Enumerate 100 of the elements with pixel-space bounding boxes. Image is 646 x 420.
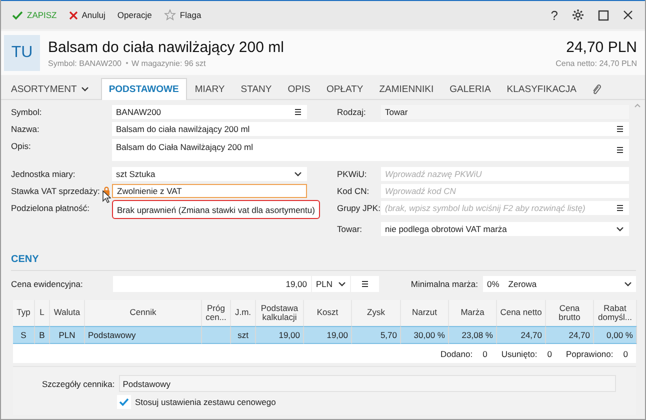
input-field[interactable]: 19,00 xyxy=(113,276,311,292)
table-cell: B xyxy=(35,326,50,344)
table-cell: 24,70 xyxy=(546,326,594,344)
help-button[interactable]: ? xyxy=(550,8,558,22)
table-cell: 23,08 % xyxy=(449,326,497,344)
table-cell: 0,00 % xyxy=(594,326,637,344)
product-title: Balsam do ciała nawilżający 200 ml xyxy=(48,38,285,56)
tab[interactable]: GALERIA xyxy=(442,78,499,99)
input-field[interactable]: Balsam do ciała nawilżający 200 ml xyxy=(112,122,629,136)
dropdown-tab[interactable]: ASORTYMENT xyxy=(3,78,97,99)
table-row[interactable]: S B PLN Podstawowy szt 19,00 19,00 5,70 30,00 % 23,08 % 24,70 24,70 0,00 % xyxy=(13,326,636,344)
tab[interactable]: ZAMIENNIKI xyxy=(371,78,442,99)
table-cell: PLN xyxy=(50,326,85,344)
input-field[interactable]: BANAW200 xyxy=(112,105,307,119)
column-header[interactable]: Cena brutto xyxy=(546,300,594,326)
column-header[interactable]: Waluta xyxy=(50,300,85,326)
field-label: Minimalna marża: xyxy=(410,279,479,289)
tooltip: Brak uprawnień (Zmiana stawki vat dla asortymentu) xyxy=(112,200,320,219)
tab[interactable]: PODSTAWOWE xyxy=(100,78,187,100)
menu-icon[interactable] xyxy=(616,204,624,212)
table-cell: 19,00 xyxy=(304,326,352,344)
column-header[interactable]: Marża xyxy=(449,300,497,326)
maximize-icon[interactable] xyxy=(598,10,609,20)
list-button[interactable] xyxy=(351,276,379,292)
column-header[interactable]: Rabat domyśl... xyxy=(594,300,637,326)
close-icon[interactable] xyxy=(623,10,633,20)
cancel-button[interactable]: Anuluj xyxy=(66,8,108,22)
input-field[interactable]: Zwolnienie z VAT xyxy=(112,184,307,198)
menu-button[interactable]: Operacje xyxy=(114,8,155,22)
field-label: Kod CN: xyxy=(337,185,370,198)
field-label: Jednostka miary: xyxy=(11,168,76,181)
table-cell: Podstawowy xyxy=(85,326,202,344)
check-icon xyxy=(12,10,23,20)
column-header[interactable]: Typ xyxy=(13,300,35,326)
tab[interactable]: STANY xyxy=(232,78,280,99)
caret-icon[interactable] xyxy=(80,86,89,92)
currency-dropdown[interactable]: PLN xyxy=(312,276,350,292)
table-cell: szt xyxy=(231,326,256,344)
caret-icon[interactable] xyxy=(294,171,302,177)
field-label: Nazwa: xyxy=(11,123,40,136)
column-header[interactable]: Próg cen... xyxy=(202,300,231,326)
tab[interactable]: OPIS xyxy=(280,78,318,99)
field-label: Cena ewidencyjna: xyxy=(11,279,84,289)
close-icon xyxy=(68,10,78,20)
table-cell: 24,70 xyxy=(497,326,546,344)
table-cell: 30,00 % xyxy=(401,326,449,344)
field-label: Towar: xyxy=(337,223,362,236)
column-header[interactable]: Podstawa kalkulacji xyxy=(256,300,304,326)
field-label: PKWiU: xyxy=(337,168,367,181)
field-label: Opis: xyxy=(11,140,31,153)
symbol-text: Symbol: BANAW200 xyxy=(48,58,122,68)
counter-label: Usunięto: xyxy=(501,349,538,359)
net-price: Cena netto: 24,70 PLN xyxy=(556,58,637,68)
counter-value: 0 xyxy=(547,349,552,359)
counter-label: Poprawiono: xyxy=(566,349,614,359)
menu-icon[interactable] xyxy=(616,146,624,154)
table-cell: 5,70 xyxy=(352,326,401,344)
tab[interactable]: OPŁATY xyxy=(318,78,372,99)
gross-price: 24,70 PLN xyxy=(566,38,637,56)
dropdown-field[interactable]: szt Sztuka xyxy=(112,167,307,181)
field-label: Symbol: xyxy=(11,106,42,119)
counter-label: Dodano: xyxy=(440,349,473,359)
column-header[interactable]: Zysk xyxy=(352,300,401,326)
field-label: Rodzaj: xyxy=(337,106,366,119)
column-header[interactable]: Koszt xyxy=(304,300,352,326)
column-header[interactable]: L xyxy=(35,300,50,326)
dropdown-field[interactable]: 0% Zerowa xyxy=(483,276,636,292)
table-cell: 19,00 xyxy=(256,326,304,344)
menu-icon[interactable] xyxy=(294,108,302,116)
field-label: Stawka VAT sprzedaży: xyxy=(11,185,100,198)
tab[interactable]: KLASYFIKACJA xyxy=(498,78,584,99)
column-header[interactable]: Narzut xyxy=(401,300,449,326)
flag-button[interactable]: Flaga xyxy=(160,7,204,23)
star-icon xyxy=(164,9,176,21)
separator-dot xyxy=(126,62,128,64)
section-title: CENY xyxy=(11,246,636,271)
field-label: Szczegóły cennika: xyxy=(42,378,115,388)
column-header[interactable]: J.m. xyxy=(231,300,256,326)
checkbox[interactable] xyxy=(117,395,131,409)
input-field[interactable]: Balsam do Ciała Nawilżający 200 ml xyxy=(112,139,629,161)
field-label: Grupy JPK: xyxy=(337,202,380,215)
column-header[interactable]: Cennik xyxy=(85,300,202,326)
paperclip-icon xyxy=(592,82,602,96)
caret-icon[interactable] xyxy=(616,226,624,232)
column-header[interactable]: Cena netto xyxy=(497,300,546,326)
readonly-field: Podstawowy xyxy=(118,375,616,392)
dropdown-field[interactable]: nie podlega obrotowi VAT marża xyxy=(381,222,629,236)
stock-text: W magazynie: 96 szt xyxy=(132,58,206,68)
menu-icon[interactable] xyxy=(361,280,369,288)
caret-icon[interactable] xyxy=(338,281,346,287)
checkbox-label[interactable]: Stosuj ustawienia zestawu cenowego xyxy=(135,397,276,407)
pointer-icon xyxy=(102,190,111,203)
counter-value: 0 xyxy=(482,349,488,359)
tab[interactable]: MIARY xyxy=(186,78,233,99)
caret-icon[interactable] xyxy=(624,281,632,287)
check-icon xyxy=(119,398,129,406)
settings-icon[interactable] xyxy=(572,9,584,21)
menu-icon[interactable] xyxy=(616,125,624,133)
counter-value: 0 xyxy=(623,349,628,359)
readonly-field: Towar xyxy=(381,105,629,119)
